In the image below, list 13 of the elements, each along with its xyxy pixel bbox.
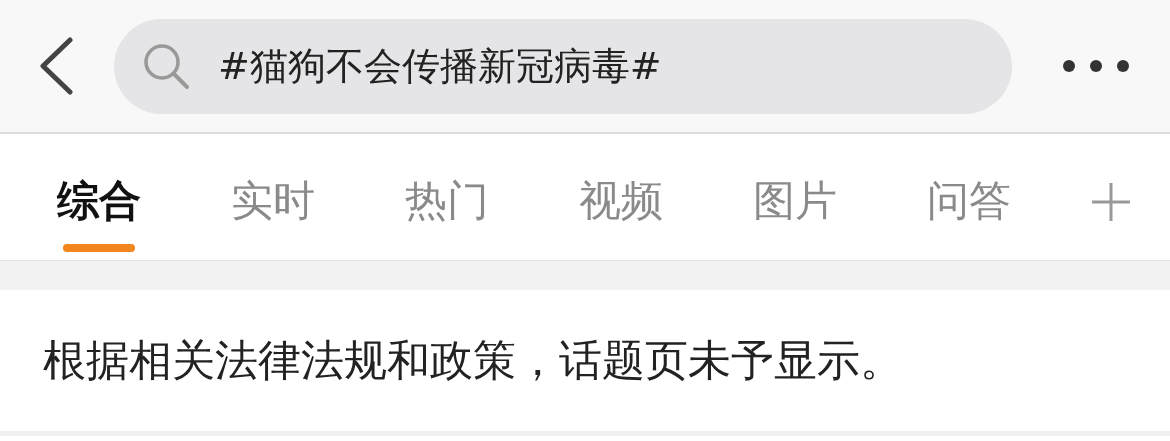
notice-text: 根据相关法律法规和政策，话题页未予显示。	[43, 333, 903, 387]
active-tab-underline	[63, 244, 135, 252]
search-field[interactable]: #猫狗不会传播新冠病毒#	[114, 18, 1012, 114]
more-icon[interactable]	[1062, 58, 1130, 74]
plus-icon[interactable]	[1091, 182, 1131, 222]
tab[interactable]: 视频	[579, 176, 663, 226]
tab[interactable]: 综合	[57, 176, 141, 226]
back-icon[interactable]	[38, 37, 74, 95]
search-icon	[142, 42, 190, 90]
tab[interactable]: 热门	[405, 176, 489, 226]
tab[interactable]: 实时	[231, 176, 315, 226]
tab[interactable]: 问答	[927, 176, 1011, 226]
tab[interactable]: 图片	[753, 176, 837, 226]
